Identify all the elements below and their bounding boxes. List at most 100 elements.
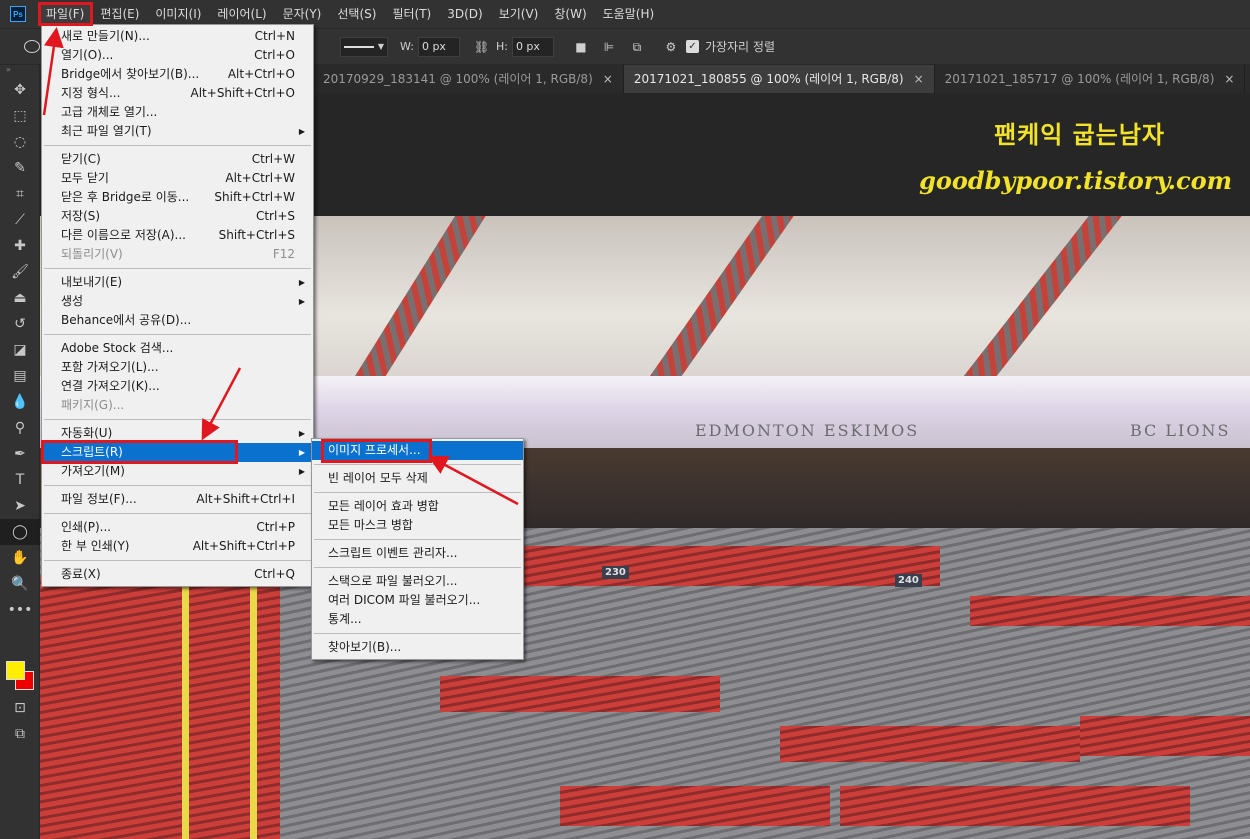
path-alignment-icon[interactable]: ⊫: [602, 40, 616, 54]
menu-item-label: 스크립트 이벤트 관리자...: [328, 546, 458, 560]
tab-document-2[interactable]: 20171021_180855 @ 100% (레이어 1, RGB/8) ×: [623, 65, 935, 93]
menu-item-close-and-go-to-bridge[interactable]: 닫은 후 Bridge로 이동... Shift+Ctrl+W: [42, 188, 313, 207]
tab-document-3[interactable]: 20171021_185717 @ 100% (레이어 1, RGB/8) ×: [935, 65, 1246, 93]
red-seat-block: [840, 786, 1190, 826]
menu-item-export[interactable]: 내보내기(E) ▶: [42, 273, 313, 292]
menu-separator: [314, 567, 521, 568]
tab-document-1[interactable]: 20170929_183141 @ 100% (레이어 1, RGB/8) ×: [313, 65, 624, 93]
close-icon[interactable]: ×: [914, 72, 924, 86]
pen-tool-icon[interactable]: ✒: [0, 441, 40, 467]
crop-tool-icon[interactable]: ⌗: [0, 181, 40, 207]
close-icon[interactable]: ×: [603, 72, 613, 86]
menu-image[interactable]: 이미지(I): [147, 3, 209, 25]
menu-item-new[interactable]: 새로 만들기(N)... Ctrl+N: [42, 27, 313, 46]
gradient-tool-icon[interactable]: ▤: [0, 363, 40, 389]
menu-item-file-info[interactable]: 파일 정보(F)... Alt+Shift+Ctrl+I: [42, 490, 313, 509]
menu-item-revert: 되돌리기(V) F12: [42, 245, 313, 264]
menu-3d[interactable]: 3D(D): [439, 3, 490, 25]
menu-item-open-recent[interactable]: 최근 파일 열기(T) ▶: [42, 122, 313, 141]
menu-item-print[interactable]: 인쇄(P)... Ctrl+P: [42, 518, 313, 537]
height-input[interactable]: 0 px: [511, 36, 554, 57]
stroke-line-icon: [344, 45, 374, 48]
quick-mask-icon[interactable]: ⊡: [0, 695, 40, 721]
menu-edit[interactable]: 편집(E): [92, 3, 147, 25]
menu-separator: [314, 492, 521, 493]
blur-tool-icon[interactable]: 💧: [0, 389, 40, 415]
menu-item-place-linked[interactable]: 연결 가져오기(K)...: [42, 377, 313, 396]
width-input[interactable]: 0 px: [417, 36, 460, 57]
menu-item-script-events-manager[interactable]: 스크립트 이벤트 관리자...: [312, 544, 523, 563]
menu-item-flatten-masks[interactable]: 모든 마스크 병합: [312, 516, 523, 535]
quick-selection-tool-icon[interactable]: ✎: [0, 155, 40, 181]
menu-filter[interactable]: 필터(T): [384, 3, 439, 25]
menu-layer[interactable]: 레이어(L): [209, 3, 274, 25]
menu-item-save[interactable]: 저장(S) Ctrl+S: [42, 207, 313, 226]
stroke-width-dropdown[interactable]: ▼: [340, 36, 388, 57]
menu-item-label: 고급 개체로 열기...: [61, 105, 158, 119]
menu-help[interactable]: 도움말(H): [595, 3, 663, 25]
menu-item-generate[interactable]: 생성 ▶: [42, 292, 313, 311]
screen-mode-icon[interactable]: ⧉: [0, 721, 40, 747]
path-operations-icon[interactable]: ■: [574, 40, 588, 54]
type-tool-icon[interactable]: T: [0, 467, 40, 493]
eraser-tool-icon[interactable]: ◪: [0, 337, 40, 363]
chevron-down-icon: ▼: [377, 42, 384, 51]
marquee-tool-icon[interactable]: ⬚: [0, 103, 40, 129]
menu-type[interactable]: 문자(Y): [275, 3, 330, 25]
shortcut-label: Ctrl+S: [255, 209, 295, 223]
menu-item-delete-empty-layers[interactable]: 빈 레이어 모두 삭제: [312, 469, 523, 488]
shortcut-label: Alt+Ctrl+O: [227, 67, 295, 81]
clone-stamp-tool-icon[interactable]: ⏏: [0, 285, 40, 311]
screen-text-left: EDMONTON ESKIMOS: [695, 421, 920, 440]
lasso-tool-icon[interactable]: ◌: [0, 129, 40, 155]
close-icon[interactable]: ×: [1224, 72, 1234, 86]
menu-item-open-as[interactable]: 지정 형식... Alt+Shift+Ctrl+O: [42, 84, 313, 103]
align-edges-checkbox[interactable]: ✓: [685, 40, 699, 53]
foreground-color-swatch[interactable]: [6, 661, 25, 680]
scripts-submenu: 이미지 프로세서... 빈 레이어 모두 삭제 모든 레이어 효과 병합 모든 …: [311, 438, 524, 660]
more-tools-icon[interactable]: •••: [0, 597, 40, 623]
menu-window[interactable]: 창(W): [546, 3, 594, 25]
menu-item-browse-in-bridge[interactable]: Bridge에서 찾아보기(B)... Alt+Ctrl+O: [42, 65, 313, 84]
link-icon[interactable]: ⛓: [474, 40, 489, 54]
menu-item-place-embedded[interactable]: 포함 가져오기(L)...: [42, 358, 313, 377]
menu-item-load-files-into-stack[interactable]: 스택으로 파일 불러오기...: [312, 572, 523, 591]
ellipse-tool-icon[interactable]: ◯: [0, 519, 40, 545]
healing-brush-tool-icon[interactable]: ✚: [0, 233, 40, 259]
menu-item-share-on-behance[interactable]: Behance에서 공유(D)...: [42, 311, 313, 330]
menu-view[interactable]: 보기(V): [491, 3, 547, 25]
collapse-toolbar-icon[interactable]: »: [0, 65, 39, 77]
annotation-box-image-processor: [321, 439, 432, 463]
menu-item-import[interactable]: 가져오기(M) ▶: [42, 462, 313, 481]
dodge-tool-icon[interactable]: ⚲: [0, 415, 40, 441]
menu-item-print-one-copy[interactable]: 한 부 인쇄(Y) Alt+Shift+Ctrl+P: [42, 537, 313, 556]
eyedropper-tool-icon[interactable]: ⟋: [0, 207, 40, 233]
menu-item-close[interactable]: 닫기(C) Ctrl+W: [42, 150, 313, 169]
menu-item-load-dicom[interactable]: 여러 DICOM 파일 불러오기...: [312, 591, 523, 610]
menu-item-statistics[interactable]: 통계...: [312, 610, 523, 629]
photoshop-logo-icon: Ps: [10, 6, 26, 22]
menu-item-close-all[interactable]: 모두 닫기 Alt+Ctrl+W: [42, 169, 313, 188]
menu-item-label: 찾아보기(B)...: [328, 640, 402, 654]
brush-tool-icon[interactable]: 🖌: [0, 259, 40, 285]
menu-item-browse[interactable]: 찾아보기(B)...: [312, 638, 523, 657]
red-seat-block: [560, 786, 830, 826]
submenu-arrow-icon: ▶: [298, 448, 305, 457]
path-arrangement-icon[interactable]: ⧉: [630, 40, 644, 54]
path-selection-tool-icon[interactable]: ➤: [0, 493, 40, 519]
menu-item-search-adobe-stock[interactable]: Adobe Stock 검색...: [42, 339, 313, 358]
hand-tool-icon[interactable]: ✋: [0, 545, 40, 571]
menu-item-save-as[interactable]: 다른 이름으로 저장(A)... Shift+Ctrl+S: [42, 226, 313, 245]
menu-item-open-as-smart-object[interactable]: 고급 개체로 열기...: [42, 103, 313, 122]
move-tool-icon[interactable]: ✥: [0, 77, 40, 103]
ellipse-tool-preset-icon[interactable]: [24, 40, 40, 53]
shortcut-label: Ctrl+N: [254, 29, 295, 43]
history-brush-tool-icon[interactable]: ↺: [0, 311, 40, 337]
menu-item-exit[interactable]: 종료(X) Ctrl+Q: [42, 565, 313, 584]
gear-icon[interactable]: ⚙: [664, 40, 678, 54]
menu-select[interactable]: 선택(S): [329, 3, 384, 25]
zoom-tool-icon[interactable]: 🔍: [0, 571, 40, 597]
menu-item-open[interactable]: 열기(O)... Ctrl+O: [42, 46, 313, 65]
menu-item-flatten-layer-effects[interactable]: 모든 레이어 효과 병합: [312, 497, 523, 516]
file-menu: 새로 만들기(N)... Ctrl+N 열기(O)... Ctrl+O Bridge…: [41, 24, 314, 587]
